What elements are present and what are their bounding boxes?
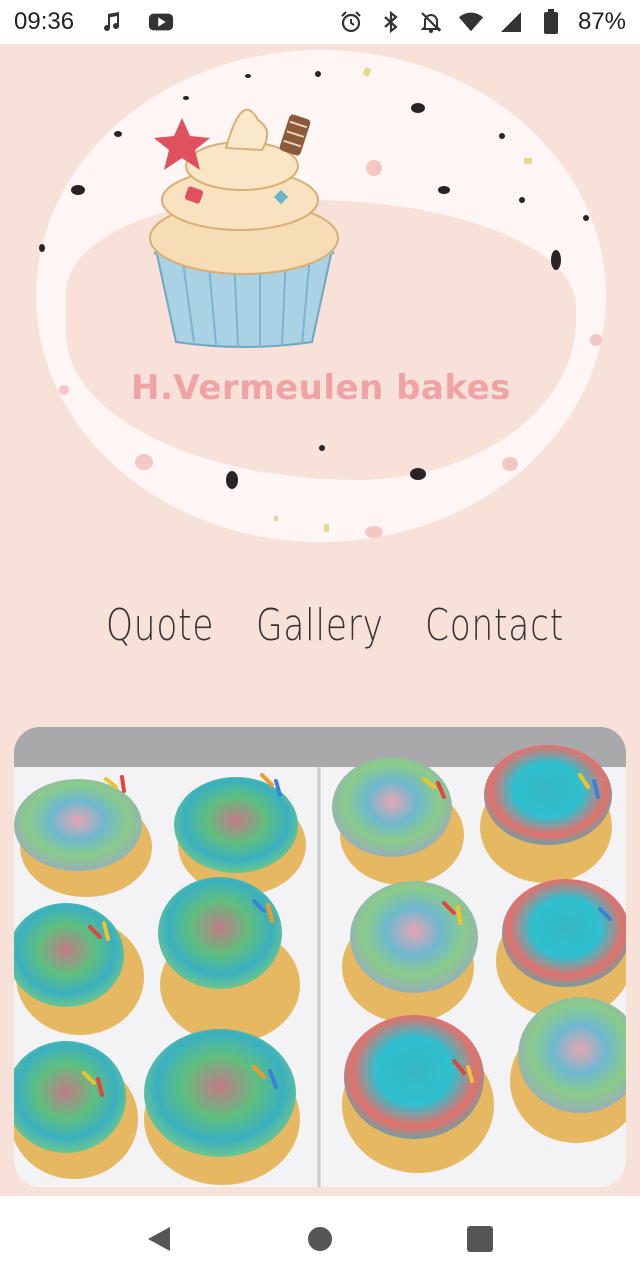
youtube-icon bbox=[148, 9, 174, 35]
music-note-icon bbox=[98, 9, 124, 35]
status-time: 09:36 bbox=[14, 8, 75, 35]
cupcakes-image bbox=[14, 727, 626, 1187]
bluetooth-icon bbox=[378, 9, 404, 35]
alarm-icon bbox=[338, 9, 364, 35]
recents-icon[interactable] bbox=[466, 1225, 494, 1257]
nav-link-contact[interactable]: Contact bbox=[425, 600, 564, 651]
status-bar-right: 87% bbox=[338, 0, 626, 44]
status-bar: 09:36 87% bbox=[0, 0, 640, 44]
brand-title: H.Vermeulen bakes bbox=[131, 368, 511, 408]
back-icon[interactable] bbox=[146, 1225, 174, 1257]
cell-signal-icon bbox=[498, 9, 524, 35]
wifi-icon bbox=[458, 9, 484, 35]
main-nav: Quote Gallery Contact bbox=[0, 600, 640, 680]
nav-link-quote[interactable]: Quote bbox=[106, 600, 214, 651]
cupcake-illustration bbox=[39, 67, 602, 538]
status-bar-left: 09:36 bbox=[14, 0, 174, 44]
battery-icon bbox=[538, 9, 564, 35]
brand-logo[interactable]: H.Vermeulen bakes bbox=[36, 50, 606, 542]
notifications-off-icon bbox=[418, 9, 444, 35]
nav-link-gallery[interactable]: Gallery bbox=[256, 600, 384, 651]
home-icon[interactable] bbox=[306, 1225, 334, 1257]
cupcakes-photo[interactable] bbox=[14, 727, 626, 1187]
battery-percent: 87% bbox=[577, 8, 626, 35]
